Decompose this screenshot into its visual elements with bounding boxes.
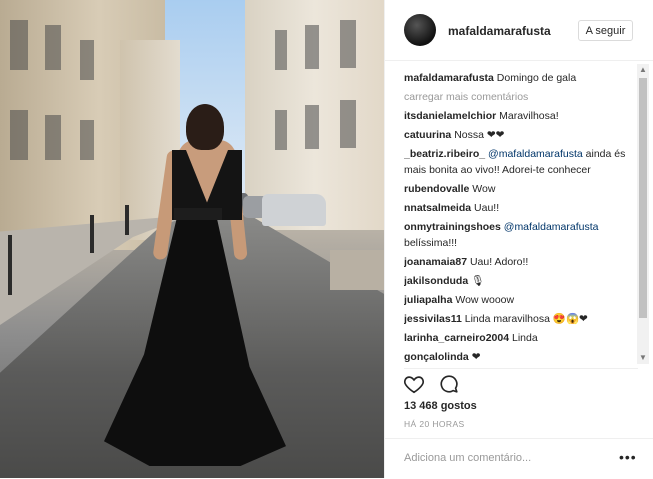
comment-mention[interactable]: @mafaldamarafusta [488, 148, 583, 160]
load-more-comments-link[interactable]: carregar mais comentários [404, 89, 638, 105]
comment-text: Wow wooow [455, 294, 515, 306]
add-comment-input[interactable]: Adiciona um comentário... [404, 452, 531, 464]
comment-username[interactable]: gonçalolinda [404, 351, 469, 363]
comment-username[interactable]: catuurina [404, 129, 451, 141]
scroll-down-arrow-icon[interactable]: ▼ [637, 352, 649, 364]
comment-username[interactable]: rubendovalle [404, 183, 469, 195]
comment: gonçalolinda ❤ [404, 349, 638, 365]
photo-woman-belt [174, 208, 222, 220]
comment-composer: Adiciona um comentário... ••• [385, 438, 653, 479]
comment: joanamaia87 Uau! Adoro!! [404, 254, 638, 270]
comment: jakilsonduda 🎙 [404, 273, 638, 289]
photo-bollard [90, 215, 94, 253]
comment-mention[interactable]: @mafaldamarafusta [504, 221, 599, 233]
comment: nnatsalmeida Uau!! [404, 200, 638, 216]
photo-sidewalk-right [330, 250, 384, 290]
comment-text: Uau!! [474, 202, 500, 214]
comment: juliapalha Wow wooow [404, 292, 638, 308]
photo-car [262, 194, 326, 226]
avatar[interactable] [404, 14, 436, 46]
comments-scrollbar[interactable]: ▲ ▼ [637, 64, 649, 364]
speech-bubble-icon[interactable] [438, 373, 460, 395]
scroll-up-arrow-icon[interactable]: ▲ [637, 64, 649, 76]
post-photo[interactable] [0, 0, 384, 478]
comment-text: belíssima!!! [404, 237, 458, 249]
comment-username[interactable]: joanamaia87 [404, 256, 467, 268]
photo-bollard [8, 235, 12, 295]
comment-username[interactable]: juliapalha [404, 294, 452, 306]
post-side-panel: mafaldamarafusta A seguir mafaldamarafus… [384, 0, 653, 478]
comment-username[interactable]: _beatriz.ribeiro_ [404, 148, 485, 160]
comment-text: Wow [472, 183, 496, 195]
comment: jessivilas11 Linda maravilhosa 😍😱❤ [404, 311, 638, 327]
comment: rubendovalle Wow [404, 181, 638, 197]
comment-text: Linda [511, 332, 538, 344]
like-count[interactable]: 13 468 gostos [404, 400, 477, 412]
comment: _beatriz.ribeiro_ @mafaldamarafusta aind… [404, 146, 638, 178]
comment-text: ❤ [471, 351, 481, 363]
post-header: mafaldamarafusta A seguir [385, 0, 653, 61]
comment-username[interactable]: nnatsalmeida [404, 202, 471, 214]
comment-username[interactable]: jakilsonduda [404, 275, 468, 287]
comment-text: Maravilhosa! [499, 110, 559, 122]
post-actions [403, 373, 470, 395]
heart-outline-icon[interactable] [403, 373, 425, 395]
comment-username[interactable]: mafaldamarafusta [404, 72, 494, 84]
divider [404, 368, 638, 369]
comment-text: Linda maravilhosa 😍😱❤ [464, 313, 588, 325]
photo-woman-hair [186, 104, 224, 150]
more-options-icon[interactable]: ••• [619, 449, 637, 465]
comment-username[interactable]: onmytrainingshoes [404, 221, 501, 233]
comment: onmytrainingshoes @mafaldamarafusta belí… [404, 219, 638, 251]
comments-list: mafaldamarafusta Domingo de gala carrega… [404, 70, 638, 367]
comment-text: 🎙 [471, 275, 485, 287]
comment: itsdanielamelchior Maravilhosa! [404, 108, 638, 124]
comment: larinha_carneiro2004 Linda [404, 330, 638, 346]
comment-username[interactable]: itsdanielamelchior [404, 110, 496, 122]
follow-button[interactable]: A seguir [578, 20, 633, 41]
comment-text: Uau! Adoro!! [469, 256, 529, 268]
post-timestamp: HÁ 20 HORAS [404, 419, 465, 429]
caption: mafaldamarafusta Domingo de gala [404, 70, 638, 86]
comment-text: Nossa ❤❤ [454, 129, 505, 141]
comment-username[interactable]: larinha_carneiro2004 [404, 332, 509, 344]
comment-text: Domingo de gala [496, 72, 577, 84]
comment-username[interactable]: jessivilas11 [404, 313, 462, 325]
scrollbar-thumb[interactable] [639, 78, 647, 318]
header-username[interactable]: mafaldamarafusta [448, 24, 551, 38]
comment: catuurina Nossa ❤❤ [404, 127, 638, 143]
photo-bollard [125, 205, 129, 235]
